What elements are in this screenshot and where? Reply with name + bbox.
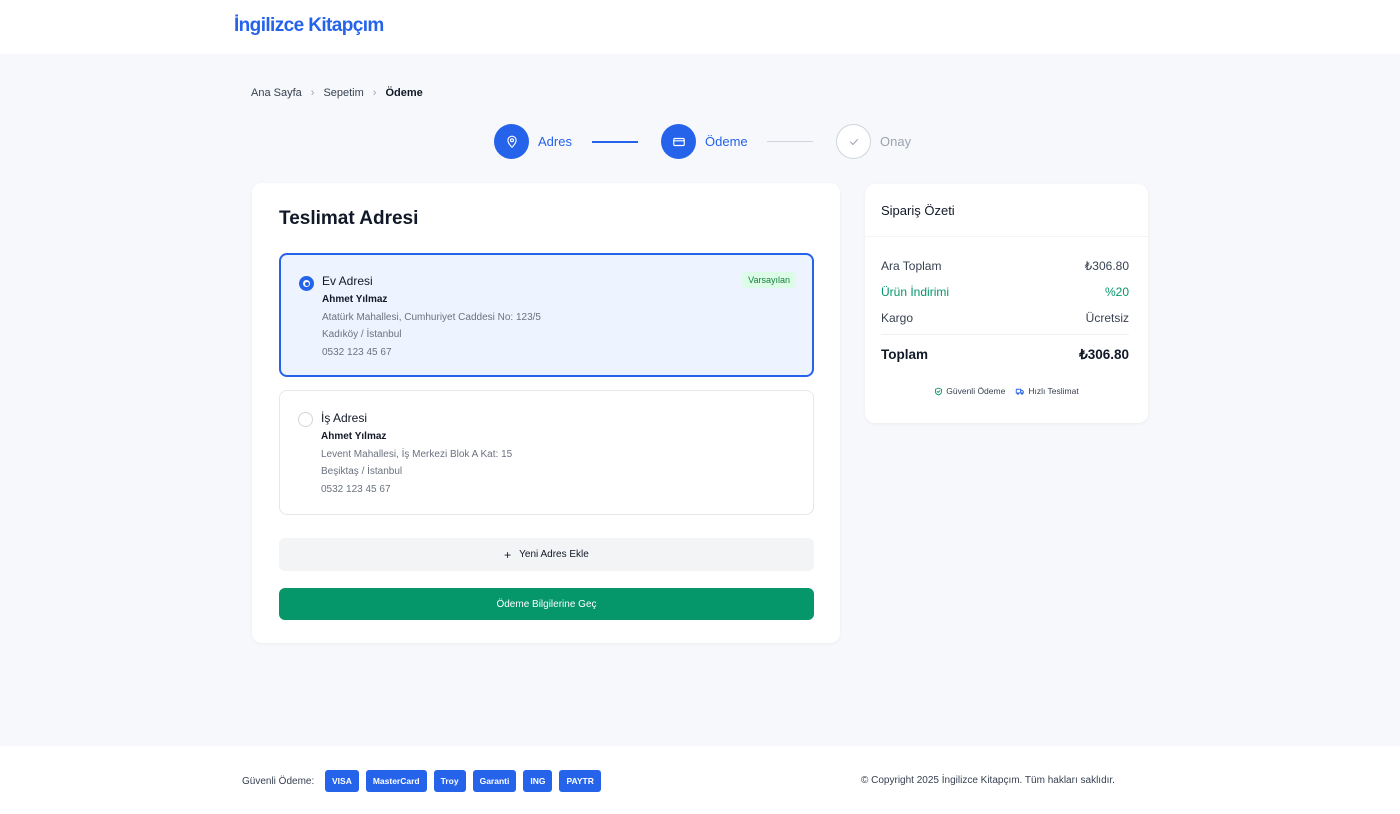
- discount-label: Ürün İndirimi: [881, 285, 950, 299]
- step-payment-circle: [661, 124, 696, 159]
- continue-to-payment-button[interactable]: Ödeme Bilgilerine Geç: [279, 588, 814, 620]
- step-confirm-circle: [836, 124, 871, 159]
- address-recipient: Ahmet Yılmaz: [322, 294, 388, 305]
- discount-value: %20: [1104, 285, 1129, 299]
- address-phone: 0532 123 45 67: [322, 347, 392, 358]
- shipping-label: Kargo: [881, 311, 914, 325]
- address-street: Atatürk Mahallesi, Cumhuriyet Caddesi No…: [322, 312, 541, 323]
- payment-badge-ing: ING: [523, 770, 553, 792]
- address-phone: 0532 123 45 67: [321, 484, 391, 495]
- shipping-value: Ücretsiz: [1085, 311, 1129, 325]
- secure-payment-badge: Güvenli Ödeme: [934, 386, 1005, 396]
- shield-check-icon: [935, 387, 943, 395]
- subtotal-label: Ara Toplam: [881, 259, 942, 273]
- trust-badges: Güvenli Ödeme Hızlı Teslimat: [865, 386, 1148, 396]
- map-pin-icon: [506, 135, 517, 148]
- default-badge: Varsayılan: [742, 272, 796, 288]
- summary-header: Sipariş Özeti: [865, 184, 1148, 237]
- truck-icon: [1016, 388, 1025, 395]
- step-address-circle: [494, 124, 529, 159]
- copyright-text: © Copyright 2025 İngilizce Kitapçım. Tüm…: [861, 775, 1115, 786]
- fast-delivery-text: Hızlı Teslimat: [1028, 386, 1079, 396]
- site-footer: Güvenli Ödeme: VISA MasterCard Troy Gara…: [0, 746, 1400, 814]
- total-label: Toplam: [881, 347, 928, 362]
- step-payment-label: Ödeme: [705, 134, 748, 149]
- add-address-label: Yeni Adres Ekle: [519, 549, 589, 560]
- check-icon: [849, 138, 858, 145]
- chevron-right-icon: ›: [310, 87, 315, 99]
- address-street: Levent Mahallesi, İş Merkezi Blok A Kat:…: [321, 449, 513, 460]
- address-radio-selected[interactable]: [299, 276, 314, 291]
- credit-card-icon: [672, 137, 685, 146]
- address-title: Ev Adresi: [322, 274, 373, 288]
- step-address-label: Adres: [538, 134, 572, 149]
- payment-badge-paytr: PAYTR: [559, 770, 601, 792]
- breadcrumb-cart[interactable]: Sepetim: [323, 87, 363, 99]
- address-radio[interactable]: [298, 412, 313, 427]
- delivery-address-card: Teslimat Adresi Ev Adresi Varsayılan Ahm…: [252, 183, 840, 643]
- address-title: İş Adresi: [321, 411, 368, 425]
- payment-badge-visa: VISA: [325, 770, 359, 792]
- secure-payment-label: Güvenli Ödeme:: [242, 776, 315, 787]
- step-connector: [767, 141, 813, 142]
- address-city: Beşiktaş / İstanbul: [321, 466, 403, 477]
- address-option-home[interactable]: Ev Adresi Varsayılan Ahmet Yılmaz Atatür…: [279, 253, 814, 377]
- breadcrumb: Ana Sayfa › Sepetim › Ödeme: [251, 87, 423, 99]
- payment-methods: VISA MasterCard Troy Garanti ING PAYTR: [325, 770, 608, 792]
- breadcrumb-current: Ödeme: [385, 87, 423, 99]
- breadcrumb-home[interactable]: Ana Sayfa: [251, 87, 302, 99]
- card-title: Teslimat Adresi: [279, 208, 419, 229]
- step-confirm-label: Onay: [880, 134, 912, 149]
- discount-row: Ürün İndirimi %20: [881, 285, 1129, 299]
- plus-icon: +: [504, 547, 512, 562]
- chevron-right-icon: ›: [372, 87, 377, 99]
- site-logo[interactable]: İngilizce Kitapçım: [234, 15, 384, 37]
- summary-divider: [881, 334, 1129, 335]
- address-city: Kadıköy / İstanbul: [322, 329, 402, 340]
- add-address-button[interactable]: + Yeni Adres Ekle: [279, 538, 814, 571]
- fast-delivery-badge: Hızlı Teslimat: [1015, 386, 1079, 396]
- payment-badge-garanti: Garanti: [472, 770, 517, 792]
- address-recipient: Ahmet Yılmaz: [321, 431, 387, 442]
- secure-payment-text: Güvenli Ödeme: [946, 386, 1006, 396]
- total-value: ₺306.80: [1079, 347, 1129, 362]
- address-option-work[interactable]: İş Adresi Ahmet Yılmaz Levent Mahallesi,…: [279, 390, 814, 515]
- step-connector: [592, 141, 638, 143]
- subtotal-value: ₺306.80: [1084, 259, 1129, 273]
- summary-title: Sipariş Özeti: [881, 203, 955, 218]
- shipping-row: Kargo Ücretsiz: [881, 311, 1129, 325]
- order-summary-card: Sipariş Özeti Ara Toplam ₺306.80 Ürün İn…: [865, 184, 1148, 423]
- payment-badge-troy: Troy: [433, 770, 466, 792]
- checkout-stepper: Adres Ödeme Onay: [0, 124, 1400, 160]
- payment-badge-mastercard: MasterCard: [365, 770, 427, 792]
- total-row: Toplam ₺306.80: [881, 347, 1129, 363]
- site-header: İngilizce Kitapçım: [0, 0, 1400, 54]
- subtotal-row: Ara Toplam ₺306.80: [881, 259, 1129, 273]
